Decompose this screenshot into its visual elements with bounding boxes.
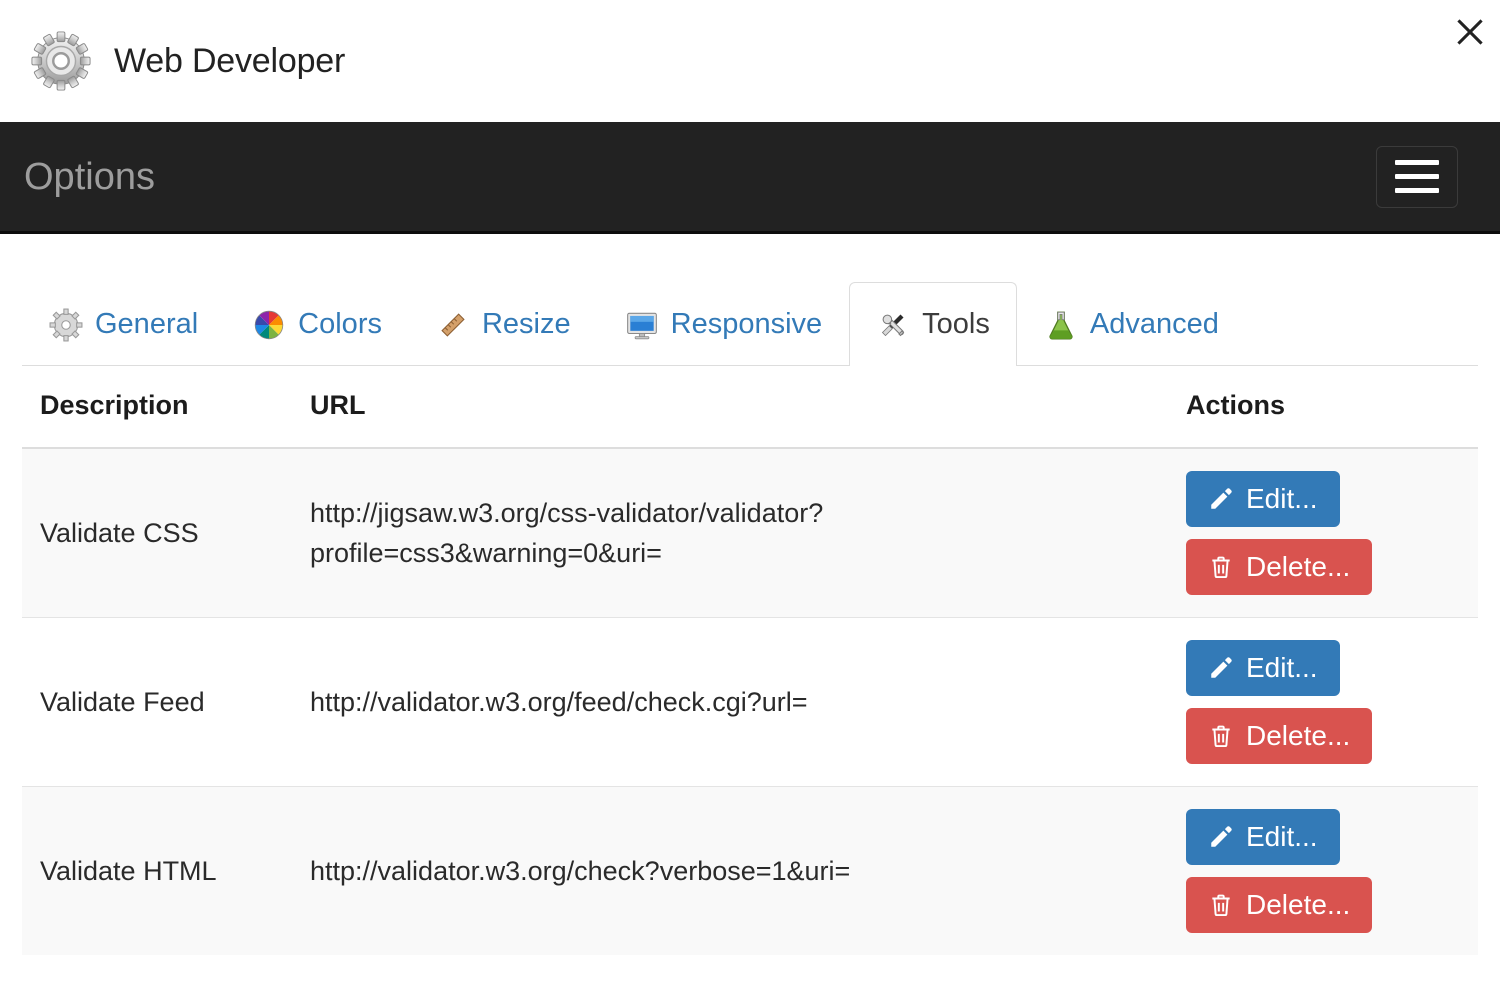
cell-url: http://validator.w3.org/check?verbose=1&… bbox=[292, 787, 1168, 956]
tabs-container: General bbox=[0, 234, 1500, 366]
tools-table-container: Description URL Actions Validate CSS htt… bbox=[0, 366, 1500, 955]
pencil-icon bbox=[1208, 655, 1234, 681]
hamburger-bar bbox=[1395, 160, 1439, 165]
color-wheel-icon bbox=[252, 308, 286, 342]
column-header-actions: Actions bbox=[1168, 390, 1478, 448]
close-icon[interactable] bbox=[1448, 10, 1492, 54]
tab-colors[interactable]: Colors bbox=[225, 282, 409, 366]
options-page: Web Developer Options bbox=[0, 0, 1500, 1000]
edit-button-label: Edit... bbox=[1246, 823, 1318, 851]
hamburger-menu-icon[interactable] bbox=[1376, 146, 1458, 208]
cell-description: Validate Feed bbox=[22, 618, 292, 787]
app-header: Web Developer bbox=[0, 0, 1500, 122]
page-title: Web Developer bbox=[114, 42, 345, 81]
cell-actions: Edit... bbox=[1168, 787, 1478, 956]
table-body: Validate CSS http://jigsaw.w3.org/css-va… bbox=[22, 448, 1478, 955]
tab-label: Resize bbox=[482, 309, 571, 341]
delete-button[interactable]: Delete... bbox=[1186, 708, 1372, 764]
tab-resize[interactable]: Resize bbox=[409, 282, 598, 366]
tab-label: Responsive bbox=[671, 309, 823, 341]
delete-button-label: Delete... bbox=[1246, 722, 1350, 750]
action-button-group: Edit... bbox=[1186, 471, 1460, 595]
navbar-brand: Options bbox=[24, 158, 155, 196]
hamburger-bar bbox=[1395, 188, 1439, 193]
edit-button-label: Edit... bbox=[1246, 485, 1318, 513]
tab-label: Advanced bbox=[1090, 309, 1219, 341]
column-header-description: Description bbox=[22, 390, 292, 448]
table-header-row: Description URL Actions bbox=[22, 390, 1478, 448]
edit-button[interactable]: Edit... bbox=[1186, 640, 1340, 696]
action-button-group: Edit... bbox=[1186, 640, 1460, 764]
tools-icon bbox=[876, 308, 910, 342]
cell-description: Validate HTML bbox=[22, 787, 292, 956]
monitor-icon bbox=[625, 308, 659, 342]
trash-icon bbox=[1208, 723, 1234, 749]
tools-table: Description URL Actions Validate CSS htt… bbox=[22, 390, 1478, 955]
cell-actions: Edit... bbox=[1168, 448, 1478, 618]
tab-general[interactable]: General bbox=[22, 282, 225, 366]
cell-url: http://jigsaw.w3.org/css-validator/valid… bbox=[292, 448, 1168, 618]
action-button-group: Edit... bbox=[1186, 809, 1460, 933]
column-header-url: URL bbox=[292, 390, 1168, 448]
table-header: Description URL Actions bbox=[22, 390, 1478, 448]
trash-icon bbox=[1208, 554, 1234, 580]
table-row: Validate HTML http://validator.w3.org/ch… bbox=[22, 787, 1478, 956]
navbar: Options bbox=[0, 122, 1500, 234]
delete-button-label: Delete... bbox=[1246, 891, 1350, 919]
tab-tools[interactable]: Tools bbox=[849, 282, 1017, 366]
hamburger-bar bbox=[1395, 174, 1439, 179]
table-row: Validate CSS http://jigsaw.w3.org/css-va… bbox=[22, 448, 1478, 618]
cell-description: Validate CSS bbox=[22, 448, 292, 618]
ruler-icon bbox=[436, 308, 470, 342]
delete-button[interactable]: Delete... bbox=[1186, 539, 1372, 595]
pencil-icon bbox=[1208, 824, 1234, 850]
edit-button-label: Edit... bbox=[1246, 654, 1318, 682]
delete-button-label: Delete... bbox=[1246, 553, 1350, 581]
tab-list: General bbox=[22, 282, 1478, 366]
delete-button[interactable]: Delete... bbox=[1186, 877, 1372, 933]
gear-icon bbox=[49, 308, 83, 342]
tab-responsive[interactable]: Responsive bbox=[598, 282, 850, 366]
edit-button[interactable]: Edit... bbox=[1186, 809, 1340, 865]
tab-advanced[interactable]: Advanced bbox=[1017, 282, 1246, 366]
cell-actions: Edit... bbox=[1168, 618, 1478, 787]
table-row: Validate Feed http://validator.w3.org/fe… bbox=[22, 618, 1478, 787]
edit-button[interactable]: Edit... bbox=[1186, 471, 1340, 527]
tab-label: Tools bbox=[922, 309, 990, 341]
trash-icon bbox=[1208, 892, 1234, 918]
gear-icon bbox=[30, 30, 92, 92]
tab-label: Colors bbox=[298, 309, 382, 341]
flask-icon bbox=[1044, 308, 1078, 342]
pencil-icon bbox=[1208, 486, 1234, 512]
tab-label: General bbox=[95, 309, 198, 341]
cell-url: http://validator.w3.org/feed/check.cgi?u… bbox=[292, 618, 1168, 787]
